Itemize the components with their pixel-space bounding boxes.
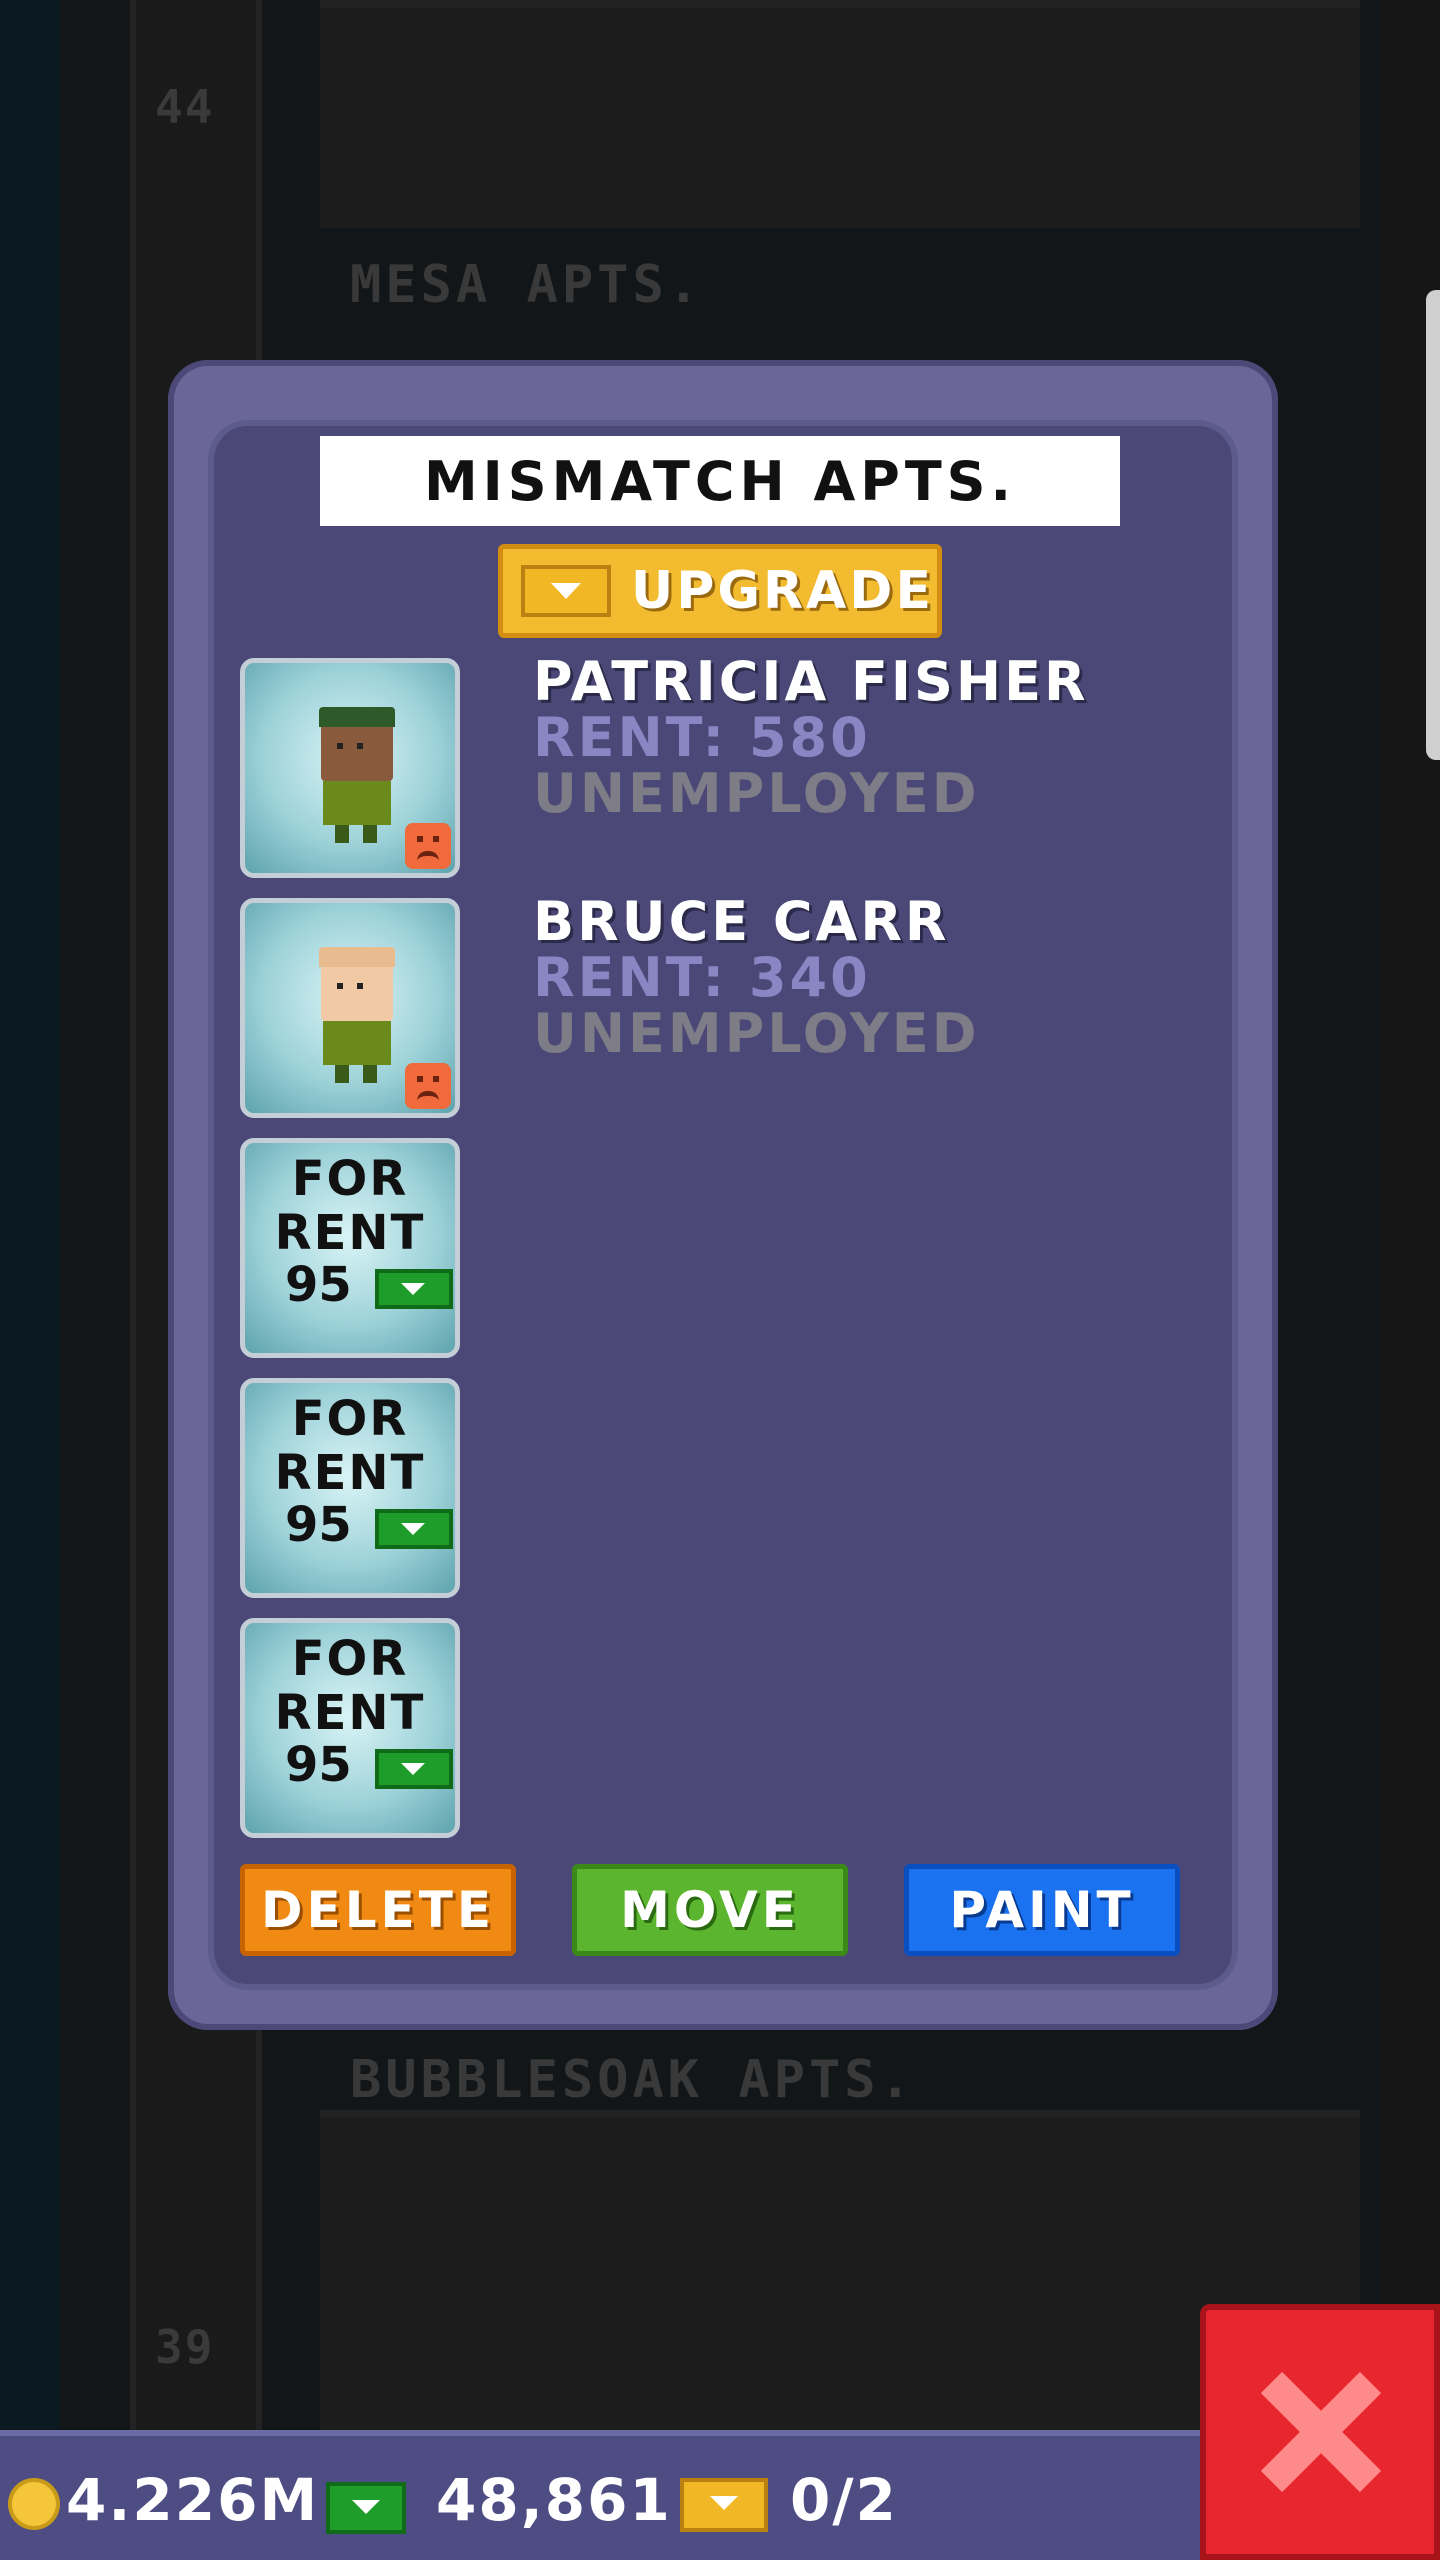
sad-face-icon xyxy=(405,1063,451,1109)
background-left-edge xyxy=(0,0,60,2560)
vacancy-slot-1[interactable]: FOR RENT 95 xyxy=(240,1138,460,1358)
gold-bux-icon xyxy=(521,565,611,617)
vacancy-line2: RENT xyxy=(274,1685,426,1741)
avatar-hair xyxy=(319,947,395,967)
vacancy-slot-2[interactable]: FOR RENT 95 xyxy=(240,1378,460,1598)
cash-icon xyxy=(326,2482,406,2534)
paint-button[interactable]: PAINT xyxy=(904,1864,1180,1956)
vacancy-price: 95 xyxy=(285,1737,352,1793)
coin-icon xyxy=(8,2478,60,2530)
vacancy-line1: FOR xyxy=(291,1631,409,1687)
cash-icon xyxy=(375,1749,453,1789)
avatar-legs xyxy=(335,825,349,843)
cash-icon xyxy=(375,1269,453,1309)
floor-sign-mesa: MESA APTS. xyxy=(350,255,704,315)
avatar-body xyxy=(323,781,391,825)
sad-face-icon xyxy=(405,823,451,869)
tenant-job-1: UNEMPLOYED xyxy=(533,762,980,825)
avatar-legs xyxy=(335,1065,349,1083)
tenant-rent-2: RENT: 340 xyxy=(533,946,871,1009)
vacancy-line2: RENT xyxy=(274,1445,426,1501)
delete-button[interactable]: DELETE xyxy=(240,1864,516,1956)
close-icon xyxy=(1250,2362,1390,2502)
tenant-name-2: BRUCE CARR xyxy=(533,890,950,953)
vacancy-price: 95 xyxy=(285,1257,352,1313)
tenant-slot-1[interactable] xyxy=(240,658,460,878)
floor-mesa-room xyxy=(320,0,1360,228)
floor-title: MISMATCH APTS. xyxy=(320,436,1120,526)
floor-number-top: 44 xyxy=(155,80,215,134)
vacancy-price: 95 xyxy=(285,1497,352,1553)
floor-sign-bubblesoak: BUBBLESOAK APTS. xyxy=(350,2050,915,2110)
vacancy-slot-3[interactable]: FOR RENT 95 xyxy=(240,1618,460,1838)
vacancy-line2: RENT xyxy=(274,1205,426,1261)
close-button[interactable] xyxy=(1200,2304,1440,2560)
tenant-avatar xyxy=(315,947,399,1083)
bux-count: 0/2 xyxy=(790,2466,898,2534)
cash-count: 48,861 xyxy=(436,2466,672,2534)
tenant-slot-2[interactable] xyxy=(240,898,460,1118)
status-bar: 4.226M 48,861 0/2 xyxy=(0,2430,1200,2560)
avatar-body xyxy=(323,1021,391,1065)
floor-number-bottom: 39 xyxy=(155,2320,215,2374)
coins-count: 4.226M xyxy=(66,2466,320,2534)
avatar-hair xyxy=(319,707,395,727)
tenant-rent-1: RENT: 580 xyxy=(533,706,871,769)
vacancy-line1: FOR xyxy=(291,1391,409,1447)
upgrade-button[interactable]: UPGRADE xyxy=(498,544,942,638)
vacancy-line1: FOR xyxy=(291,1151,409,1207)
move-button[interactable]: MOVE xyxy=(572,1864,848,1956)
floor-dialog: MISMATCH APTS. UPGRADE PATRICIA FISHER R… xyxy=(168,360,1278,2030)
gold-bux-icon xyxy=(680,2478,768,2532)
upgrade-label: UPGRADE xyxy=(631,561,934,621)
side-panel-handle[interactable] xyxy=(1426,290,1440,760)
tenant-name-1: PATRICIA FISHER xyxy=(533,650,1089,713)
cash-icon xyxy=(375,1509,453,1549)
tenant-avatar xyxy=(315,707,399,843)
tenant-job-2: UNEMPLOYED xyxy=(533,1002,980,1065)
avatar-eyes xyxy=(337,983,343,989)
avatar-eyes xyxy=(337,743,343,749)
